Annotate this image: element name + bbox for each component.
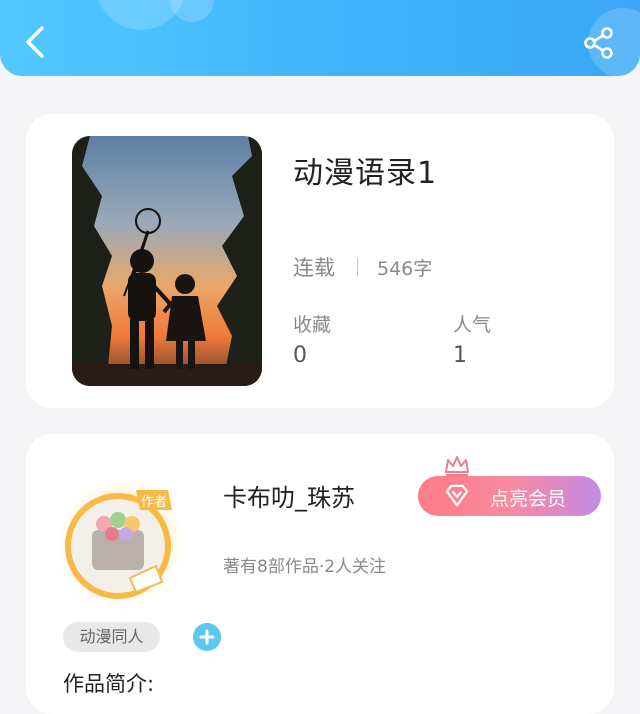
tag-chip[interactable]: 动漫同人: [63, 622, 160, 652]
work-title: 动漫语录1: [293, 156, 438, 191]
diamond-icon: [445, 484, 469, 507]
author-card: 作者 卡布叻_珠苏 点亮会员 著有8部作品·2人关注 动漫同人 作品简介:: [26, 434, 614, 714]
word-count: 546字: [377, 258, 433, 280]
share-icon[interactable]: [582, 26, 616, 60]
cover-image[interactable]: [72, 136, 262, 386]
popularity-label: 人气: [453, 314, 492, 336]
author-badge: 作者: [141, 495, 167, 510]
favorites-count: 0: [293, 343, 307, 368]
popularity-count: 1: [453, 343, 467, 368]
author-stats: 著有8部作品·2人关注: [223, 557, 387, 577]
serial-status: 连载: [293, 256, 335, 280]
decorative-bubble: [170, 0, 214, 22]
author-name[interactable]: 卡布叻_珠苏: [223, 478, 355, 513]
chevron-left-icon[interactable]: [20, 24, 50, 60]
crown-icon: [445, 456, 469, 476]
top-bar: [0, 0, 640, 76]
activate-vip-button[interactable]: 点亮会员: [418, 476, 601, 516]
author-avatar[interactable]: 作者: [56, 478, 186, 608]
intro-heading: 作品简介:: [63, 672, 155, 696]
vip-button-label: 点亮会员: [490, 488, 567, 510]
work-info-card: 动漫语录1 连载 546字 收藏 0 人气 1: [26, 114, 614, 408]
divider: [357, 258, 358, 276]
favorites-label: 收藏: [293, 314, 332, 336]
plus-icon[interactable]: [193, 623, 221, 651]
